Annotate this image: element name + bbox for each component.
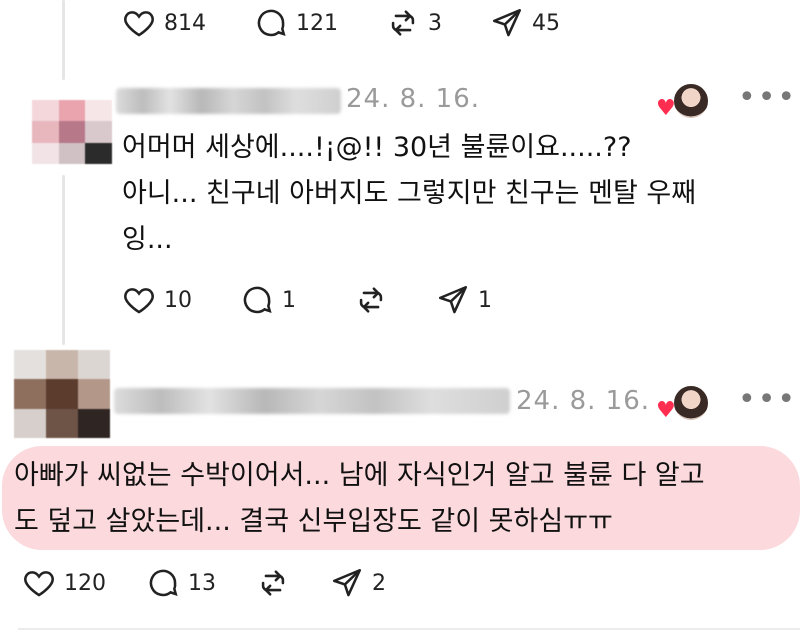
- comment-count: 13: [188, 570, 216, 596]
- reaction-indicator: ♥: [652, 384, 710, 424]
- like-button[interactable]: 10: [122, 283, 192, 317]
- share-button[interactable]: 1: [436, 283, 492, 317]
- share-button[interactable]: 45: [490, 6, 560, 40]
- like-count: 10: [164, 287, 192, 313]
- repost-icon: [391, 10, 415, 36]
- reaction-heart-icon: ♥: [656, 96, 676, 121]
- comment-icon: [149, 569, 178, 597]
- share-count: 1: [478, 287, 492, 313]
- like-count: 814: [164, 10, 206, 36]
- comment-line: 잉...: [122, 224, 173, 255]
- like-button[interactable]: 120: [22, 566, 106, 600]
- repost-icon: [261, 570, 285, 596]
- avatar[interactable]: [14, 350, 110, 438]
- share-icon: [492, 8, 522, 37]
- comment-line: 어머머 세상에....!¡@!! 30년 불륜이요.....??: [122, 132, 632, 163]
- repost-count: 3: [428, 10, 442, 36]
- repost-button[interactable]: [354, 283, 388, 317]
- share-count: 45: [532, 10, 560, 36]
- comment-icon: [243, 286, 272, 314]
- more-icon[interactable]: •••: [738, 382, 797, 417]
- comment-line: 아니... 친구네 아버지도 그렇지만 친구는 멘탈 우째: [122, 178, 697, 209]
- comment-button[interactable]: 121: [254, 6, 338, 40]
- post-date: 24. 8. 16.: [346, 84, 481, 114]
- more-icon[interactable]: •••: [738, 80, 797, 115]
- heart-icon: [124, 11, 154, 37]
- share-icon: [332, 568, 362, 597]
- comment-line: 도 덮고 살았는데... 결국 신부입장도 같이 못하심ㅠㅠ: [14, 506, 613, 537]
- heart-icon: [24, 571, 54, 597]
- share-icon: [438, 285, 468, 314]
- heart-icon: [124, 288, 154, 314]
- username-blurred[interactable]: [116, 88, 341, 114]
- thread-line-middle: [62, 175, 65, 345]
- comment-button[interactable]: 1: [240, 283, 296, 317]
- top-action-row: 814 121 3 45: [122, 6, 608, 40]
- comment-text: 어머머 세상에....!¡@!! 30년 불륜이요.....?? 아니... 친…: [122, 128, 696, 260]
- reaction-heart-icon: ♥: [656, 398, 676, 423]
- comment-icon: [257, 9, 286, 37]
- comment-count: 121: [296, 10, 338, 36]
- comment-button[interactable]: 13: [146, 566, 216, 600]
- reply2-action-row: 120 13 2: [22, 566, 434, 600]
- share-button[interactable]: 2: [330, 566, 386, 600]
- reaction-indicator: ♥: [652, 82, 710, 122]
- like-button[interactable]: 814: [122, 6, 206, 40]
- share-count: 2: [372, 570, 386, 596]
- repost-icon: [359, 287, 383, 313]
- repost-button[interactable]: [256, 566, 290, 600]
- username-blurred[interactable]: [114, 388, 510, 414]
- like-count: 120: [64, 570, 106, 596]
- post-date: 24. 8. 16.: [516, 386, 651, 416]
- repost-button[interactable]: 3: [386, 6, 442, 40]
- comment-line: 아빠가 씨없는 수박이어서... 남에 자식인거 알고 불륜 다 알고: [14, 460, 705, 491]
- reply1-action-row: 10 1 1: [122, 283, 540, 317]
- comment-count: 1: [282, 287, 296, 313]
- avatar[interactable]: [32, 100, 112, 164]
- divider: [18, 628, 800, 630]
- comment-text: 아빠가 씨없는 수박이어서... 남에 자식인거 알고 불륜 다 알고 도 덮고…: [14, 456, 705, 542]
- thread-line-top: [62, 0, 65, 80]
